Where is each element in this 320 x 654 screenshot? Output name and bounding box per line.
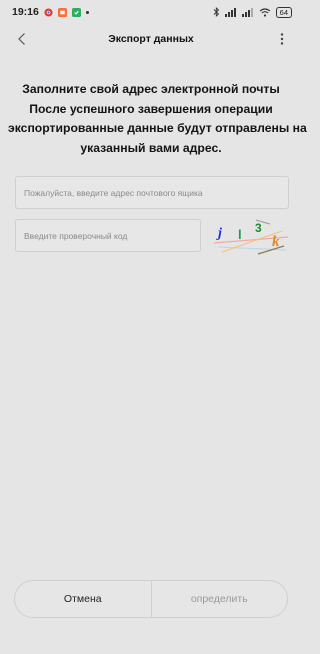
header: Экспорт данных: [0, 26, 302, 52]
battery-indicator: 64: [275, 6, 292, 18]
shop-app-icon: [57, 7, 67, 17]
status-left: 19:16: [12, 6, 89, 18]
back-button[interactable]: [12, 29, 32, 49]
status-bar: 19:16 64: [0, 0, 302, 24]
instruction-line: указанный вами адрес.: [80, 140, 222, 155]
instruction-text: Заполните свой адрес электронной почты П…: [8, 80, 307, 158]
captcha-char: l: [238, 227, 242, 242]
browser-app-icon: [44, 7, 53, 17]
captcha-char: k: [272, 234, 280, 250]
security-app-icon: [71, 7, 81, 17]
verification-code-field[interactable]: [15, 219, 201, 252]
notification-dot-icon: [85, 10, 89, 14]
bluetooth-icon: [213, 7, 219, 17]
cancel-button[interactable]: Отмена: [15, 581, 152, 617]
page-title: Экспорт данных: [108, 33, 194, 45]
instruction-line: экспортированные данные будут отправлены…: [8, 121, 307, 135]
instruction-line: Заполните свой адрес электронной почты: [22, 82, 280, 96]
email-field[interactable]: [15, 176, 289, 209]
bottom-action-bar: Отмена определить: [14, 580, 288, 618]
confirm-button[interactable]: определить: [152, 581, 288, 617]
wifi-icon: [259, 7, 270, 17]
captcha-char: j: [216, 226, 222, 241]
export-data-screen: 19:16 64 Экспорт данных Заполните свой а…: [0, 0, 307, 654]
status-right: 64: [213, 6, 292, 18]
instruction-line: После успешного завершения операции: [29, 101, 273, 116]
captcha-image[interactable]: j l 3 k: [212, 216, 290, 256]
chevron-left-icon: [18, 33, 25, 45]
captcha-drawing: j l 3 k: [213, 219, 289, 255]
captcha-char: 3: [255, 221, 262, 235]
signal-1-icon: [224, 7, 236, 17]
signal-2-icon: [241, 7, 253, 17]
more-vertical-icon: [280, 33, 284, 45]
status-time: 19:16: [12, 6, 39, 18]
more-options-button[interactable]: [272, 29, 292, 49]
